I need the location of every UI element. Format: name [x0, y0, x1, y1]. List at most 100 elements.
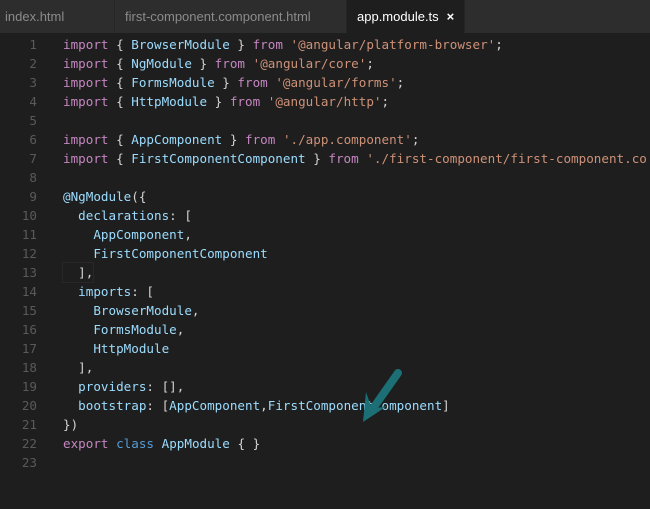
- line-number: 11: [21, 227, 37, 242]
- code-token: : [],: [146, 379, 185, 394]
- code-token: : [: [169, 208, 192, 223]
- code-token: AppComponent: [169, 398, 261, 413]
- line-code: }): [63, 415, 78, 434]
- code-token: HttpModule: [93, 341, 170, 356]
- code-line[interactable]: 19 providers: [],: [0, 377, 650, 396]
- code-token: BrowserModule: [131, 37, 230, 52]
- code-token: from: [214, 56, 246, 71]
- code-token: ;: [495, 37, 503, 52]
- code-token: }: [222, 132, 245, 147]
- code-line[interactable]: 15 BrowserModule,: [0, 301, 650, 320]
- code-token: export: [63, 436, 109, 451]
- code-token: './app.component': [282, 132, 412, 147]
- code-token: HttpModule: [131, 94, 208, 109]
- code-token: import: [63, 94, 109, 109]
- code-token: class: [116, 436, 155, 451]
- code-token: ],: [63, 265, 94, 280]
- tab-first-component-html[interactable]: first-component.component.html: [115, 0, 347, 33]
- line-code: @NgModule({: [63, 187, 146, 206]
- line-number: 3: [29, 75, 37, 90]
- line-number: 12: [21, 246, 37, 261]
- line-number: 17: [21, 341, 37, 356]
- code-line[interactable]: 12 FirstComponentComponent: [0, 244, 650, 263]
- line-number: 14: [21, 284, 37, 299]
- close-icon[interactable]: ×: [447, 9, 455, 24]
- code-line[interactable]: 1 import { BrowserModule } from '@angular…: [0, 35, 650, 54]
- line-number: 22: [21, 436, 37, 451]
- code-line[interactable]: 3 import { FormsModule } from '@angular/f…: [0, 73, 650, 92]
- code-token: providers: [78, 379, 147, 394]
- code-token: FormsModule: [93, 322, 177, 337]
- tab-app-module-ts[interactable]: app.module.ts ×: [347, 0, 465, 33]
- tab-index-html[interactable]: index.html: [0, 0, 115, 33]
- code-token: {: [108, 37, 132, 52]
- code-token: {: [108, 56, 132, 71]
- code-token: }: [229, 37, 253, 52]
- code-line[interactable]: 4 import { HttpModule } from '@angular/ht…: [0, 92, 650, 111]
- line-number: 20: [21, 398, 37, 413]
- code-token: FirstComponentComponent: [93, 246, 268, 261]
- tab-label: app.module.ts: [357, 9, 439, 24]
- code-line[interactable]: 13 ],: [0, 262, 650, 283]
- code-line[interactable]: 10 declarations: [: [0, 206, 650, 225]
- line-number: 2: [29, 56, 37, 71]
- line-code: import { AppComponent } from './app.comp…: [63, 130, 419, 149]
- code-token: {: [108, 132, 132, 147]
- code-token: ]: [442, 398, 450, 413]
- line-code: import { NgModule } from '@angular/core'…: [63, 54, 374, 73]
- code-line[interactable]: 23: [0, 453, 650, 472]
- code-token: FirstComponentComponent: [267, 398, 443, 413]
- code-line[interactable]: 16 FormsModule,: [0, 320, 650, 339]
- code-token: from: [245, 132, 276, 147]
- code-token: AppModule: [161, 436, 230, 451]
- code-line[interactable]: 20 bootstrap: [AppComponent,FirstCompone…: [0, 396, 650, 415]
- tab-label: index.html: [5, 9, 65, 24]
- line-code: import { FormsModule } from '@angular/fo…: [63, 73, 404, 92]
- code-token: : [: [146, 398, 170, 413]
- code-token: ;: [411, 132, 420, 147]
- annotation-arrow-icon: [363, 369, 402, 422]
- code-token: @NgModule: [63, 189, 132, 204]
- code-token: BrowserModule: [93, 303, 192, 318]
- code-line[interactable]: 9 @NgModule({: [0, 187, 650, 206]
- code-line[interactable]: 21}): [0, 415, 650, 434]
- code-token: import: [63, 151, 109, 166]
- line-code: AppComponent,: [63, 225, 192, 244]
- line-number: 19: [21, 379, 37, 394]
- code-token: '@angular/forms': [275, 75, 397, 90]
- code-line[interactable]: 11 AppComponent,: [0, 225, 650, 244]
- code-line[interactable]: 18 ],: [0, 358, 650, 377]
- code-token: declarations: [78, 208, 170, 223]
- line-code: HttpModule: [63, 339, 169, 358]
- code-line[interactable]: 5: [0, 111, 650, 130]
- line-number: 5: [29, 113, 37, 128]
- code-token: '@angular/http': [267, 94, 382, 109]
- code-line[interactable]: 6 import { AppComponent } from './app.com…: [0, 130, 650, 149]
- line-code: declarations: [: [63, 206, 192, 225]
- line-code: ],: [61, 262, 95, 283]
- code-token: bootstrap: [78, 398, 147, 413]
- line-code: BrowserModule,: [63, 301, 199, 320]
- code-token: }: [214, 75, 238, 90]
- code-line[interactable]: 8: [0, 168, 650, 187]
- line-number: 13: [21, 265, 37, 280]
- code-line[interactable]: 17 HttpModule: [0, 339, 650, 358]
- code-line[interactable]: 14 imports: [: [0, 282, 650, 301]
- line-number: 15: [21, 303, 37, 318]
- code-editor[interactable]: 1 import { BrowserModule } from '@angular…: [0, 33, 650, 472]
- code-line[interactable]: 7 import { FirstComponentComponent } from…: [0, 149, 650, 168]
- code-token: ,: [176, 322, 185, 337]
- line-number: 16: [21, 322, 37, 337]
- line-number: 6: [29, 132, 37, 147]
- code-line[interactable]: 2 import { NgModule } from '@angular/core…: [0, 54, 650, 73]
- code-line[interactable]: 22 export class AppModule { }: [0, 434, 650, 453]
